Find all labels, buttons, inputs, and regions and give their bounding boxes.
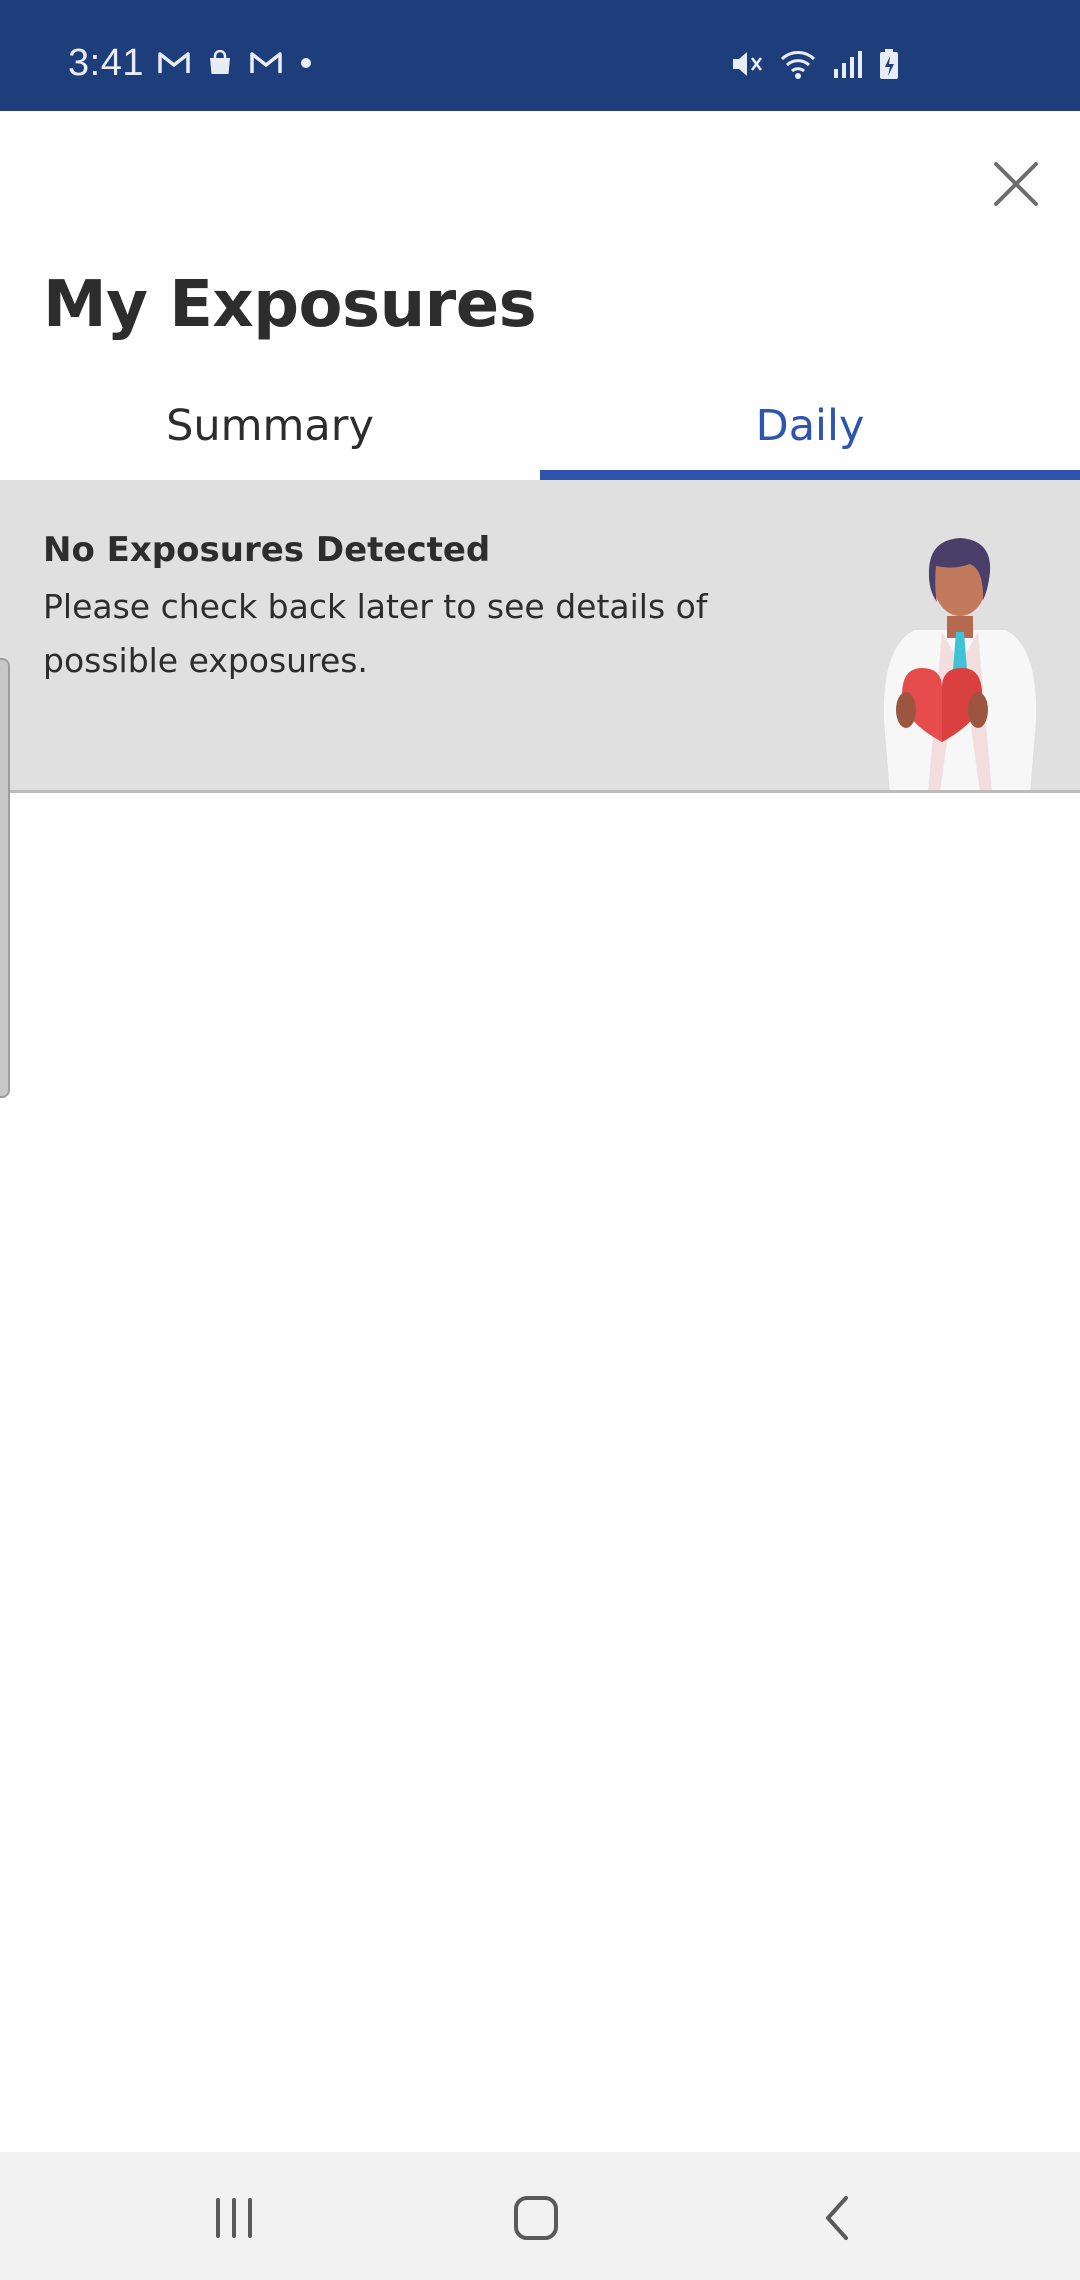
no-exposures-card: No Exposures Detected Please check back … <box>0 480 1080 793</box>
active-tab-indicator <box>540 470 1080 480</box>
home-icon <box>514 2196 558 2240</box>
system-navigation-bar <box>0 2152 1080 2280</box>
side-panel-handle[interactable] <box>0 658 10 1098</box>
status-bar: 3:41 <box>0 0 1080 111</box>
status-time: 3:41 <box>68 42 144 84</box>
close-button[interactable] <box>990 158 1042 210</box>
battery-charging-icon <box>878 48 900 80</box>
notice-heading: No Exposures Detected <box>43 530 491 570</box>
back-button[interactable] <box>808 2188 868 2248</box>
home-button[interactable] <box>506 2188 566 2248</box>
page-title: My Exposures <box>43 268 537 342</box>
signal-icon <box>832 49 864 79</box>
status-notification-icons <box>158 50 312 76</box>
mute-icon <box>730 48 764 80</box>
doctor-heart-illustration <box>870 520 1050 790</box>
tab-bar: Summary Daily <box>0 372 1080 480</box>
tab-summary[interactable]: Summary <box>0 372 540 480</box>
notification-dot-icon <box>300 57 312 69</box>
notice-body: Please check back later to see details o… <box>43 587 708 680</box>
recent-apps-button[interactable] <box>204 2188 264 2248</box>
gmail-icon <box>158 51 190 75</box>
recent-apps-icon <box>216 2198 252 2238</box>
shopping-bag-icon <box>208 50 232 76</box>
close-icon <box>994 162 1038 206</box>
gmail-icon <box>250 51 282 75</box>
back-icon <box>826 2196 848 2240</box>
tab-daily[interactable]: Daily <box>540 372 1080 480</box>
wifi-icon <box>778 48 818 80</box>
status-system-icons <box>730 48 900 80</box>
